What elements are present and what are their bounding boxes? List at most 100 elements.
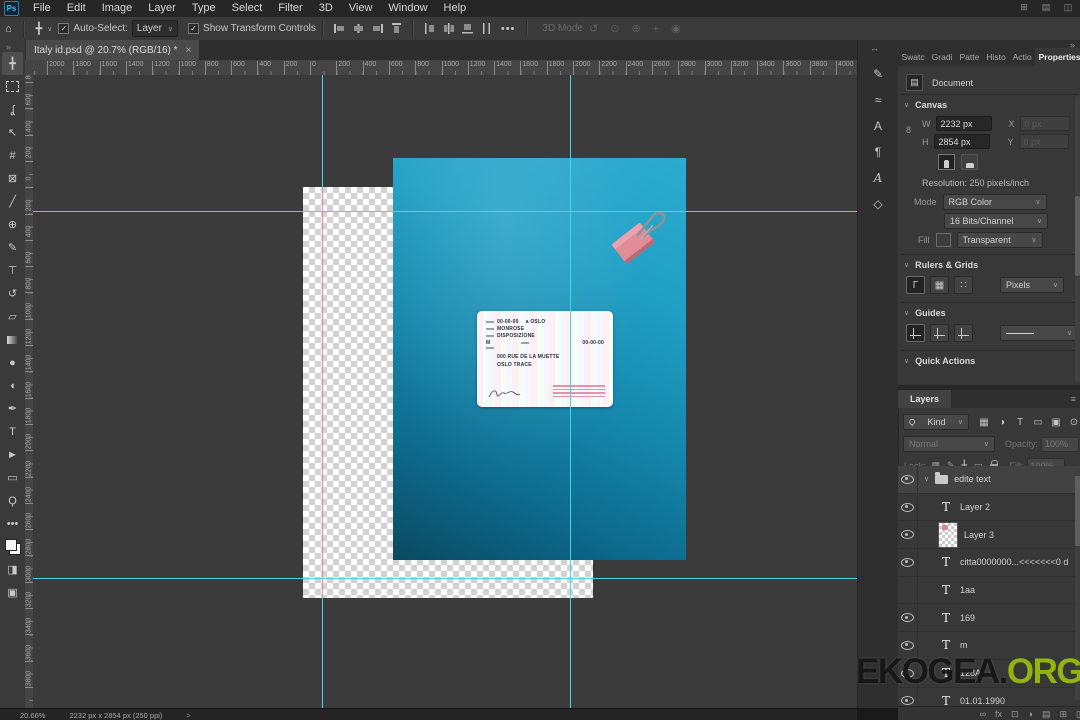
x-field[interactable]: 0 px	[1019, 116, 1070, 131]
height-field[interactable]: 2854 px	[933, 134, 990, 149]
gradient-tool[interactable]	[2, 328, 23, 351]
visibility-toggle[interactable]	[898, 521, 918, 549]
path-selection-tool[interactable]: ►	[2, 443, 23, 466]
layers-menu-icon[interactable]: ≡	[1066, 390, 1080, 408]
menu-select[interactable]: Select	[224, 0, 271, 17]
marquee-tool[interactable]	[2, 75, 23, 98]
align-center-icon[interactable]	[352, 22, 365, 35]
guide-style-dropdown[interactable]: ∨	[1000, 325, 1078, 341]
layer-row[interactable]: ∨ edite text	[898, 466, 1080, 494]
rulers-grids-section-header[interactable]: ∨ Rulers & Grids	[904, 260, 978, 270]
history-brush-tool[interactable]: ↺	[2, 282, 23, 305]
canvas-section-header[interactable]: ∨ Canvas	[904, 100, 947, 110]
layer-row[interactable]: Layer 3	[898, 521, 1080, 550]
layer-row[interactable]: T 1aa	[898, 576, 1080, 605]
align-top-icon[interactable]	[390, 22, 403, 35]
3d-slide-icon[interactable]: +	[647, 23, 665, 35]
horizontal-guide-1[interactable]	[33, 211, 857, 212]
chevron-down-icon[interactable]: ∨	[924, 475, 929, 483]
menu-layer[interactable]: Layer	[140, 0, 184, 17]
layer-filter-kind-dropdown[interactable]: Ϙ Kind ∨	[903, 414, 969, 430]
layer-row[interactable]: Tcitta0000000...<<<<<<<0 d	[898, 549, 1080, 577]
tab-properties[interactable]: Properties	[1035, 48, 1080, 66]
3d-panel-icon[interactable]: ◇	[866, 194, 890, 214]
3d-roll-icon[interactable]: ⊙	[604, 23, 625, 35]
blend-mode-dropdown[interactable]: Normal ∨	[903, 436, 995, 452]
status-chevron-icon[interactable]: >	[186, 711, 190, 720]
zoom-level-field[interactable]: 20.66%	[20, 711, 45, 720]
fill-color-swatch[interactable]	[935, 233, 951, 247]
layer-row[interactable]: Tm	[898, 632, 1080, 660]
y-field[interactable]: 0 px	[1018, 134, 1069, 149]
align-left-icon[interactable]	[333, 22, 346, 35]
frame-tool[interactable]: ⊠	[2, 167, 23, 190]
auto-select-checkbox[interactable]: ✓	[58, 23, 70, 34]
lock-guides-icon[interactable]	[930, 324, 949, 342]
share-icon[interactable]: ⊞	[1018, 2, 1030, 13]
visibility-toggle[interactable]	[898, 659, 918, 687]
tab-patte[interactable]: Patte	[956, 48, 983, 66]
grid-toggle-icon[interactable]: ▦	[930, 276, 949, 294]
tab-layers[interactable]: Layers	[898, 390, 952, 408]
menu-3d[interactable]: 3D	[311, 0, 341, 17]
clear-guides-icon[interactable]	[954, 324, 973, 342]
paragraph-panel-icon[interactable]: ¶	[866, 142, 890, 162]
tab-gradi[interactable]: Gradi	[928, 48, 956, 66]
screen-mode-button[interactable]: ▣	[2, 581, 23, 604]
portrait-orientation-button[interactable]	[938, 154, 955, 170]
expand-panels-icon[interactable]: ↔	[870, 43, 879, 53]
toolbar-collapse-icon[interactable]: »	[6, 42, 11, 52]
layer-row[interactable]: T Layer 2	[898, 493, 1080, 522]
home-icon[interactable]: ⌂	[0, 23, 17, 35]
pixel-grid-toggle-icon[interactable]: ∷	[954, 276, 973, 294]
menu-file[interactable]: File	[25, 0, 59, 17]
3d-camera-icon[interactable]: ◉	[665, 23, 687, 35]
filter-pixel-icon[interactable]: ▦	[977, 417, 991, 428]
horizontal-guide-2[interactable]	[33, 578, 857, 579]
filter-adjustment-icon[interactable]: ◑	[995, 417, 1009, 428]
arrange-icon[interactable]: ▤	[1040, 2, 1052, 13]
tab-swatc[interactable]: Swatc	[898, 48, 928, 66]
delete-layer-icon[interactable]: ▯	[1076, 709, 1080, 720]
quick-actions-section-header[interactable]: ∨ Quick Actions	[904, 356, 975, 366]
menu-image[interactable]: Image	[94, 0, 141, 17]
vertical-guide-2[interactable]	[570, 75, 571, 708]
visibility-toggle[interactable]	[898, 549, 918, 576]
fill-dropdown[interactable]: Transparent ∨	[956, 232, 1043, 248]
bit-depth-dropdown[interactable]: 16 Bits/Channel ∨	[944, 213, 1048, 229]
opacity-field[interactable]: 100%	[1041, 436, 1080, 452]
new-layer-icon[interactable]: ⊞	[1060, 709, 1068, 720]
link-dimensions-icon[interactable]: 8	[906, 125, 911, 135]
tool-preset-arrow[interactable]: ∨	[47, 25, 52, 33]
distribute-bottom-icon[interactable]	[461, 22, 474, 35]
shape-tool[interactable]: ▭	[2, 466, 23, 489]
visibility-toggle[interactable]	[898, 604, 918, 632]
clone-stamp-tool[interactable]: ⊤	[2, 259, 23, 282]
layer-row[interactable]: T 128A	[898, 659, 1080, 688]
brush-tool[interactable]: ✎	[2, 236, 23, 259]
more-options-icon[interactable]: •••	[496, 23, 521, 35]
rulers-toggle-icon[interactable]: Γ	[906, 276, 925, 294]
layers-scrollbar[interactable]	[1075, 470, 1080, 700]
landscape-orientation-button[interactable]	[961, 154, 978, 170]
brushes-panel-icon[interactable]: ✎	[866, 64, 890, 84]
close-icon[interactable]: ×	[186, 45, 192, 56]
id-card-layer[interactable]: 00-00-00 a OSLO MONROSE DISPOSIZIONE M 0…	[477, 311, 613, 407]
3d-pan-icon[interactable]: ⊕	[625, 23, 646, 35]
menu-help[interactable]: Help	[436, 0, 475, 17]
distribute-vertical-icon[interactable]	[480, 22, 493, 35]
pink-guide[interactable]	[322, 187, 323, 598]
layer-row[interactable]: T 169	[898, 604, 1080, 633]
visibility-toggle[interactable]	[898, 466, 918, 493]
width-field[interactable]: 2232 px	[935, 116, 992, 131]
link-layers-icon[interactable]: ∞	[980, 709, 986, 719]
3d-orbit-icon[interactable]: ↺	[583, 23, 604, 35]
guides-section-header[interactable]: ∨ Guides	[904, 308, 946, 318]
pen-tool[interactable]: ✒	[2, 397, 23, 420]
filter-smart-object-icon[interactable]: ▣	[1049, 417, 1063, 428]
quick-mask-button[interactable]: ◨	[2, 558, 23, 581]
filter-shape-icon[interactable]: ▭	[1031, 417, 1045, 428]
lasso-tool[interactable]: ʆ	[2, 98, 23, 121]
foreground-background-swatches[interactable]	[2, 535, 23, 558]
blur-tool[interactable]: ●	[2, 351, 23, 374]
